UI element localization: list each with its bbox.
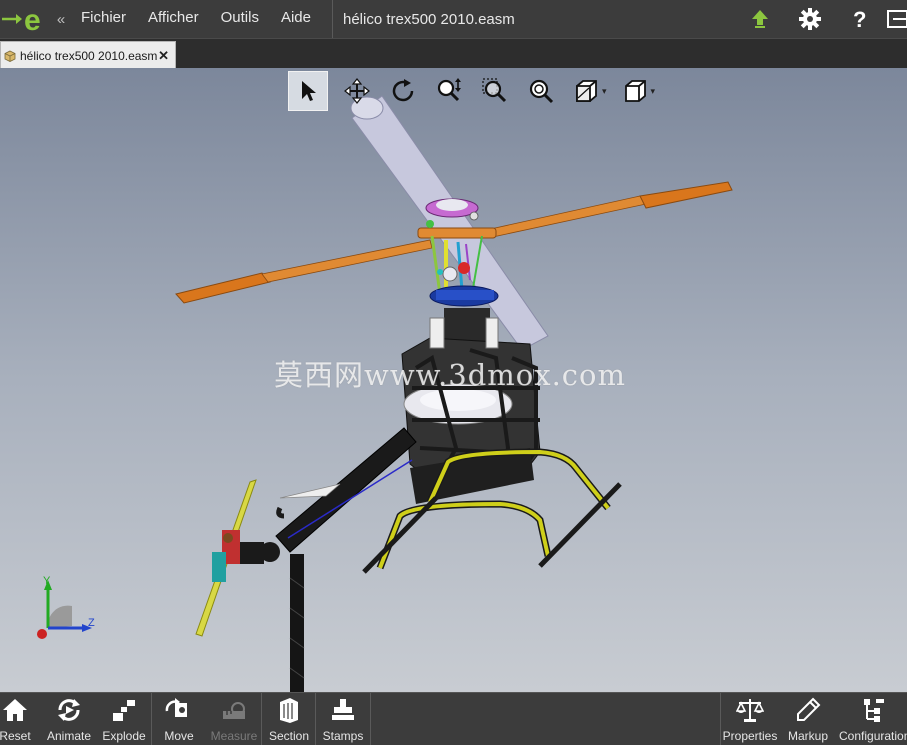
triad-z-label: Z xyxy=(88,617,95,629)
stamps-button[interactable]: Stamps xyxy=(320,693,366,745)
document-title: hélico trex500 2010.easm xyxy=(342,10,515,28)
cursor-arrow-icon xyxy=(302,81,316,101)
assembly-icon xyxy=(4,50,16,62)
stamps-label: Stamps xyxy=(322,729,364,743)
explode-label: Explode xyxy=(102,729,146,743)
move-button[interactable]: Move xyxy=(158,693,200,745)
tail-rotor xyxy=(195,479,280,637)
section-icon xyxy=(280,698,298,723)
configurations-button[interactable]: Configurations xyxy=(838,693,907,745)
properties-scale-icon xyxy=(736,699,764,722)
markup-label: Markup xyxy=(787,729,828,743)
configurations-icon xyxy=(863,699,884,722)
explode-icon xyxy=(113,700,135,721)
animate-label: Animate xyxy=(46,729,92,743)
gear-icon xyxy=(799,8,821,30)
zoom-area-icon xyxy=(482,78,507,103)
triad-y-label: Y xyxy=(43,575,51,587)
3d-viewport[interactable]: Y Z 莫西网www.3dmox.com ▾ ▾ xyxy=(0,68,907,692)
upload-icon xyxy=(752,10,768,28)
reset-button[interactable]: Reset xyxy=(0,693,31,745)
home-icon xyxy=(3,699,27,721)
move-icon xyxy=(165,698,187,717)
explode-button[interactable]: Explode xyxy=(101,693,147,745)
collapse-panel-button[interactable]: « xyxy=(52,11,70,28)
rotate-icon xyxy=(392,79,414,102)
svg-text:e: e xyxy=(24,4,41,36)
toolbar-separator xyxy=(261,693,262,745)
move-label: Move xyxy=(164,729,194,743)
menu-outils[interactable]: Outils xyxy=(210,0,270,38)
menu-afficher[interactable]: Afficher xyxy=(137,0,210,38)
animate-icon xyxy=(58,699,80,721)
minimize-icon xyxy=(887,10,907,28)
help-button[interactable]: ? xyxy=(835,0,885,38)
document-tab-bar: hélico trex500 2010.easm ✕ xyxy=(0,38,907,69)
upload-button[interactable] xyxy=(735,0,785,38)
top-right-icons: ? xyxy=(735,0,907,38)
rotate-tool-button[interactable] xyxy=(380,72,426,110)
zoom-fit-icon xyxy=(529,79,554,104)
main-menu: Fichier Afficher Outils Aide xyxy=(70,0,322,38)
measure-label: Measure xyxy=(210,729,258,743)
zoom-area-tool-button[interactable] xyxy=(472,72,518,110)
section-label: Section xyxy=(268,729,310,743)
help-icon: ? xyxy=(853,8,866,30)
display-style-dropdown[interactable]: ▾ xyxy=(602,86,607,97)
zoom-icon xyxy=(437,78,461,102)
view-toolbar: ▾ ▾ xyxy=(288,71,661,111)
toolbar-separator xyxy=(370,693,371,745)
select-tool-button[interactable] xyxy=(288,71,328,111)
toolbar-separator xyxy=(151,693,152,745)
cube-view-icon xyxy=(624,80,646,102)
minimize-button[interactable] xyxy=(885,0,907,38)
close-tab-button[interactable]: ✕ xyxy=(158,48,169,64)
reset-label: Reset xyxy=(0,729,31,743)
section-button[interactable]: Section xyxy=(266,693,312,745)
axis-triad: Y Z xyxy=(37,575,95,639)
configurations-label: Configurations xyxy=(839,729,907,743)
measure-icon xyxy=(223,702,245,719)
document-tab[interactable]: hélico trex500 2010.easm ✕ xyxy=(0,41,176,69)
stamps-icon xyxy=(332,699,354,720)
pan-arrows-icon xyxy=(344,78,370,104)
display-style-icon xyxy=(576,80,597,102)
document-tab-label: hélico trex500 2010.easm xyxy=(20,48,158,63)
pencil-icon xyxy=(797,697,821,721)
edrawings-logo: e xyxy=(0,0,52,38)
measure-button[interactable]: Measure xyxy=(209,693,259,745)
settings-button[interactable] xyxy=(785,0,835,38)
toolbar-separator xyxy=(315,693,316,745)
svg-text:?: ? xyxy=(853,8,866,30)
markup-button[interactable]: Markup xyxy=(786,693,830,745)
toolbar-separator xyxy=(720,693,721,745)
properties-button[interactable]: Properties xyxy=(722,693,778,745)
properties-label: Properties xyxy=(722,729,778,743)
animate-button[interactable]: Animate xyxy=(44,693,94,745)
watermark-text: 莫西网www.3dmox.com xyxy=(274,358,626,392)
pan-tool-button[interactable] xyxy=(334,72,380,110)
menu-aide[interactable]: Aide xyxy=(270,0,322,38)
menu-fichier[interactable]: Fichier xyxy=(70,0,137,38)
zoom-tool-button[interactable] xyxy=(426,72,472,110)
top-menu-bar: e « Fichier Afficher Outils Aide hélico … xyxy=(0,0,907,38)
view-orientation-dropdown[interactable]: ▾ xyxy=(651,86,656,97)
bottom-toolbar: Reset Animate Explode Move Measure Secti… xyxy=(0,692,907,745)
zoom-fit-tool-button[interactable] xyxy=(518,72,564,110)
